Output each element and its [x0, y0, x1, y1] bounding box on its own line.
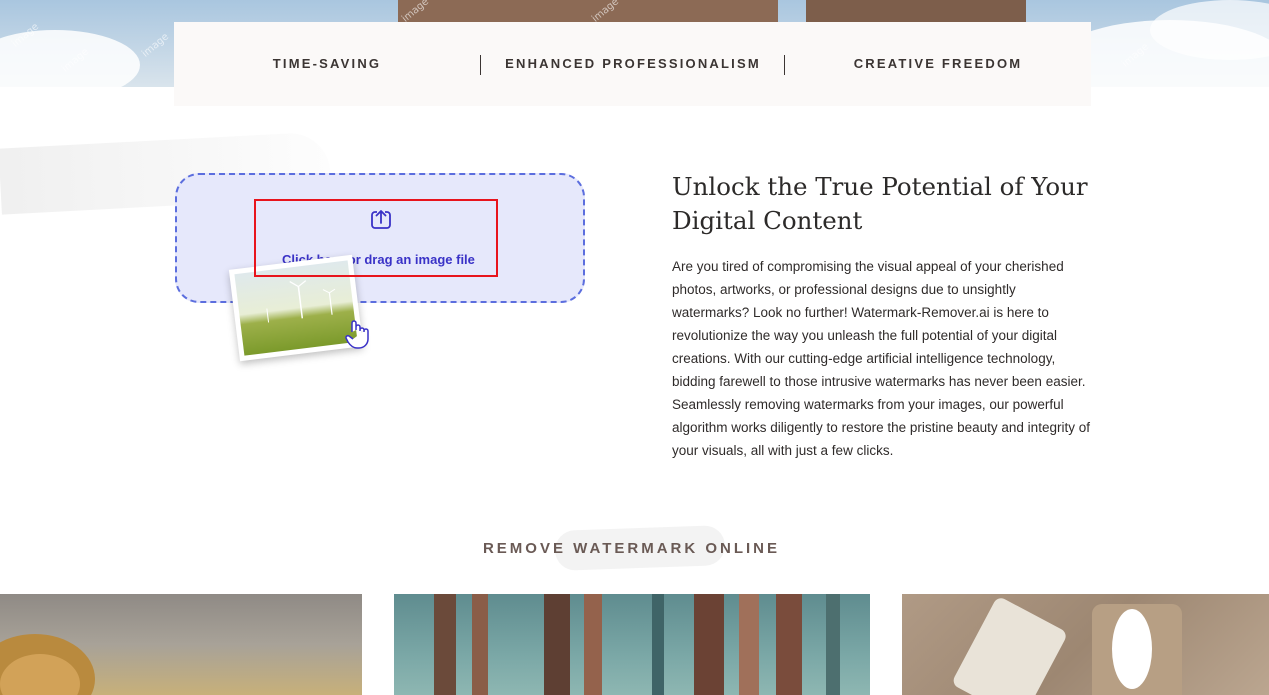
feature-enhanced-professionalism: ENHANCED PROFESSIONALISM	[505, 56, 761, 71]
features-bar: TIME-SAVING ENHANCED PROFESSIONALISM CRE…	[174, 22, 1091, 106]
example-image-spa[interactable]	[902, 594, 1269, 695]
hand-cursor-icon	[345, 320, 369, 349]
feature-creative-freedom: CREATIVE FREEDOM	[853, 56, 1023, 71]
highlight-annotation-box	[254, 199, 498, 277]
intro-body: Are you tired of compromising the visual…	[672, 259, 1090, 458]
section-title: REMOVE WATERMARK ONLINE	[482, 540, 781, 557]
example-image-forest[interactable]	[394, 594, 870, 695]
intro-headline: Unlock the True Potential of Your Digita…	[672, 172, 1088, 235]
example-image-lion[interactable]	[0, 594, 362, 695]
feature-time-saving: TIME-SAVING	[272, 56, 382, 71]
